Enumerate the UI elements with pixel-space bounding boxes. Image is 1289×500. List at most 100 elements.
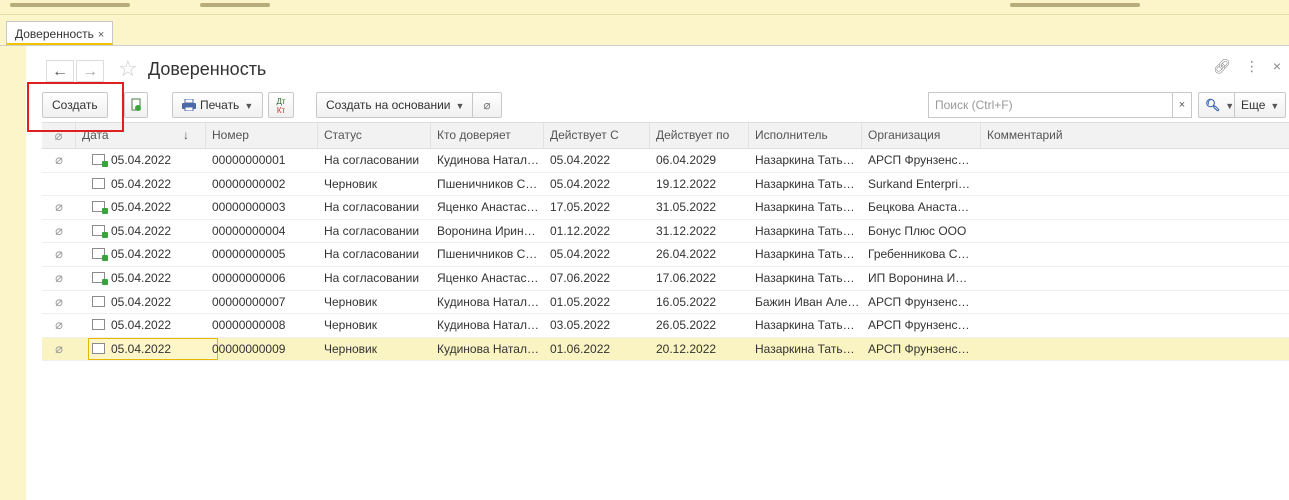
cell-trustor[interactable]: Яценко Анастас… bbox=[431, 196, 544, 218]
table-row[interactable]: ⌀ 05.04.2022 00000000007 Черновик Кудинова Н… bbox=[42, 291, 1289, 315]
table-row[interactable]: ⌀ 05.04.2022 00000000009 Черновик Кудинова Н… bbox=[42, 337, 1289, 362]
table-row[interactable]: ⌀ 05.04.2022 00000000005 На согласовании Пше… bbox=[42, 243, 1289, 267]
cell-comment[interactable] bbox=[981, 196, 1289, 218]
cell-valid-to[interactable]: 06.04.2029 bbox=[650, 149, 749, 171]
cell-executor[interactable]: Бажин Иван Але… bbox=[749, 291, 862, 313]
cell-number[interactable]: 00000000007 bbox=[206, 291, 318, 313]
cell-executor[interactable]: Назаркина Тать… bbox=[749, 338, 862, 360]
cell-date[interactable]: 05.04.2022 bbox=[76, 173, 206, 195]
cell-valid-from[interactable]: 17.05.2022 bbox=[544, 196, 650, 218]
cell-valid-to[interactable]: 26.05.2022 bbox=[650, 314, 749, 336]
cell-status[interactable]: Черновик bbox=[318, 314, 431, 336]
more-vertical-icon[interactable]: ⋮ bbox=[1245, 58, 1259, 74]
link-icon[interactable]: 🔗︎ bbox=[1213, 58, 1231, 74]
cell-status[interactable]: На согласовании bbox=[318, 220, 431, 242]
table-row[interactable]: 05.04.2022 00000000002 Черновик Пшеничников… bbox=[42, 173, 1289, 197]
cell-comment[interactable] bbox=[981, 291, 1289, 313]
cell-organization[interactable]: АРСП Фрунзенс… bbox=[862, 291, 981, 313]
table-row[interactable]: ⌀ 05.04.2022 00000000008 Черновик Кудинова Н… bbox=[42, 314, 1289, 338]
cell-executor[interactable]: Назаркина Тать… bbox=[749, 267, 862, 289]
attach-button[interactable]: ⌀ bbox=[472, 92, 502, 118]
cell-status[interactable]: Черновик bbox=[318, 291, 431, 313]
header-executor[interactable]: Исполнитель bbox=[749, 123, 862, 148]
cell-valid-to[interactable]: 31.05.2022 bbox=[650, 196, 749, 218]
cell-number[interactable]: 00000000002 bbox=[206, 173, 318, 195]
cell-valid-to[interactable]: 20.12.2022 bbox=[650, 338, 749, 360]
cell-trustor[interactable]: Кудинова Натал… bbox=[431, 291, 544, 313]
cell-status[interactable]: Черновик bbox=[318, 173, 431, 195]
header-organization[interactable]: Организация bbox=[862, 123, 981, 148]
cell-organization[interactable]: Гребенникова С… bbox=[862, 243, 981, 265]
cell-comment[interactable] bbox=[981, 243, 1289, 265]
cell-executor[interactable]: Назаркина Тать… bbox=[749, 314, 862, 336]
cell-trustor[interactable]: Яценко Анастас… bbox=[431, 267, 544, 289]
more-button[interactable]: Еще ▼ bbox=[1234, 92, 1287, 118]
cell-trustor[interactable]: Воронина Ирин… bbox=[431, 220, 544, 242]
cell-executor[interactable]: Назаркина Тать… bbox=[749, 173, 862, 195]
create-based-on-button[interactable]: Создать на основании ▼ bbox=[316, 92, 475, 118]
print-button[interactable]: Печать ▼ bbox=[172, 92, 264, 118]
cell-executor[interactable]: Назаркина Тать… bbox=[749, 220, 862, 242]
cell-date[interactable]: 05.04.2022 bbox=[76, 267, 206, 289]
cell-number[interactable]: 00000000001 bbox=[206, 149, 318, 171]
cell-comment[interactable] bbox=[981, 149, 1289, 171]
cell-valid-from[interactable]: 03.05.2022 bbox=[544, 314, 650, 336]
cell-comment[interactable] bbox=[981, 338, 1289, 360]
cell-valid-to[interactable]: 31.12.2022 bbox=[650, 220, 749, 242]
tab-doverennost[interactable]: Доверенность × bbox=[6, 21, 114, 45]
cell-executor[interactable]: Назаркина Тать… bbox=[749, 243, 862, 265]
cell-status[interactable]: На согласовании bbox=[318, 149, 431, 171]
cell-valid-from[interactable]: 05.04.2022 bbox=[544, 173, 650, 195]
cell-date[interactable]: 05.04.2022 bbox=[76, 220, 206, 242]
cell-valid-from[interactable]: 01.12.2022 bbox=[544, 220, 650, 242]
search-clear-button[interactable]: × bbox=[1172, 92, 1192, 118]
table-row[interactable]: ⌀ 05.04.2022 00000000001 На согласовании Куд… bbox=[42, 149, 1289, 173]
copy-button[interactable] bbox=[124, 92, 148, 118]
cell-comment[interactable] bbox=[981, 220, 1289, 242]
header-trustor[interactable]: Кто доверяет bbox=[431, 123, 544, 148]
cell-date[interactable]: 05.04.2022 bbox=[76, 338, 206, 360]
cell-number[interactable]: 00000000005 bbox=[206, 243, 318, 265]
cell-trustor[interactable]: Пшеничников С… bbox=[431, 173, 544, 195]
cell-valid-from[interactable]: 01.05.2022 bbox=[544, 291, 650, 313]
cell-number[interactable]: 00000000009 bbox=[206, 338, 318, 360]
cell-executor[interactable]: Назаркина Тать… bbox=[749, 196, 862, 218]
cell-comment[interactable] bbox=[981, 173, 1289, 195]
search-input[interactable]: Поиск (Ctrl+F) bbox=[928, 92, 1188, 118]
cell-date[interactable]: 05.04.2022 bbox=[76, 149, 206, 171]
cell-number[interactable]: 00000000006 bbox=[206, 267, 318, 289]
cell-valid-from[interactable]: 07.06.2022 bbox=[544, 267, 650, 289]
cell-organization[interactable]: ИП Воронина И… bbox=[862, 267, 981, 289]
header-status[interactable]: Статус bbox=[318, 123, 431, 148]
cell-organization[interactable]: Surkand Enterpri… bbox=[862, 173, 981, 195]
header-comment[interactable]: Комментарий bbox=[981, 123, 1289, 148]
cell-number[interactable]: 00000000003 bbox=[206, 196, 318, 218]
cell-organization[interactable]: АРСП Фрунзенс… bbox=[862, 314, 981, 336]
forward-button[interactable]: → bbox=[76, 60, 104, 82]
cell-organization[interactable]: АРСП Фрунзенс… bbox=[862, 338, 981, 360]
cell-valid-from[interactable]: 01.06.2022 bbox=[544, 338, 650, 360]
cell-valid-to[interactable]: 19.12.2022 bbox=[650, 173, 749, 195]
cell-comment[interactable] bbox=[981, 267, 1289, 289]
table-row[interactable]: ⌀ 05.04.2022 00000000004 На согласовании Вор… bbox=[42, 220, 1289, 244]
cell-trustor[interactable]: Кудинова Натал… bbox=[431, 314, 544, 336]
cell-valid-from[interactable]: 05.04.2022 bbox=[544, 243, 650, 265]
cell-status[interactable]: На согласовании bbox=[318, 196, 431, 218]
tab-close-icon[interactable]: × bbox=[98, 29, 104, 41]
cell-status[interactable]: На согласовании bbox=[318, 267, 431, 289]
cell-trustor[interactable]: Кудинова Натал… bbox=[431, 149, 544, 171]
cell-date[interactable]: 05.04.2022 bbox=[76, 243, 206, 265]
cell-executor[interactable]: Назаркина Тать… bbox=[749, 149, 862, 171]
cell-date[interactable]: 05.04.2022 bbox=[76, 196, 206, 218]
cell-valid-to[interactable]: 17.06.2022 bbox=[650, 267, 749, 289]
cell-organization[interactable]: Бецкова Анаста… bbox=[862, 196, 981, 218]
header-valid-from[interactable]: Действует С bbox=[544, 123, 650, 148]
cell-organization[interactable]: АРСП Фрунзенс… bbox=[862, 149, 981, 171]
cell-trustor[interactable]: Пшеничников С… bbox=[431, 243, 544, 265]
cell-status[interactable]: На согласовании bbox=[318, 243, 431, 265]
cell-trustor[interactable]: Кудинова Натал… bbox=[431, 338, 544, 360]
cell-valid-to[interactable]: 26.04.2022 bbox=[650, 243, 749, 265]
cell-number[interactable]: 00000000008 bbox=[206, 314, 318, 336]
cell-valid-from[interactable]: 05.04.2022 bbox=[544, 149, 650, 171]
dt-kt-button[interactable]: Дт Кт bbox=[268, 92, 294, 118]
